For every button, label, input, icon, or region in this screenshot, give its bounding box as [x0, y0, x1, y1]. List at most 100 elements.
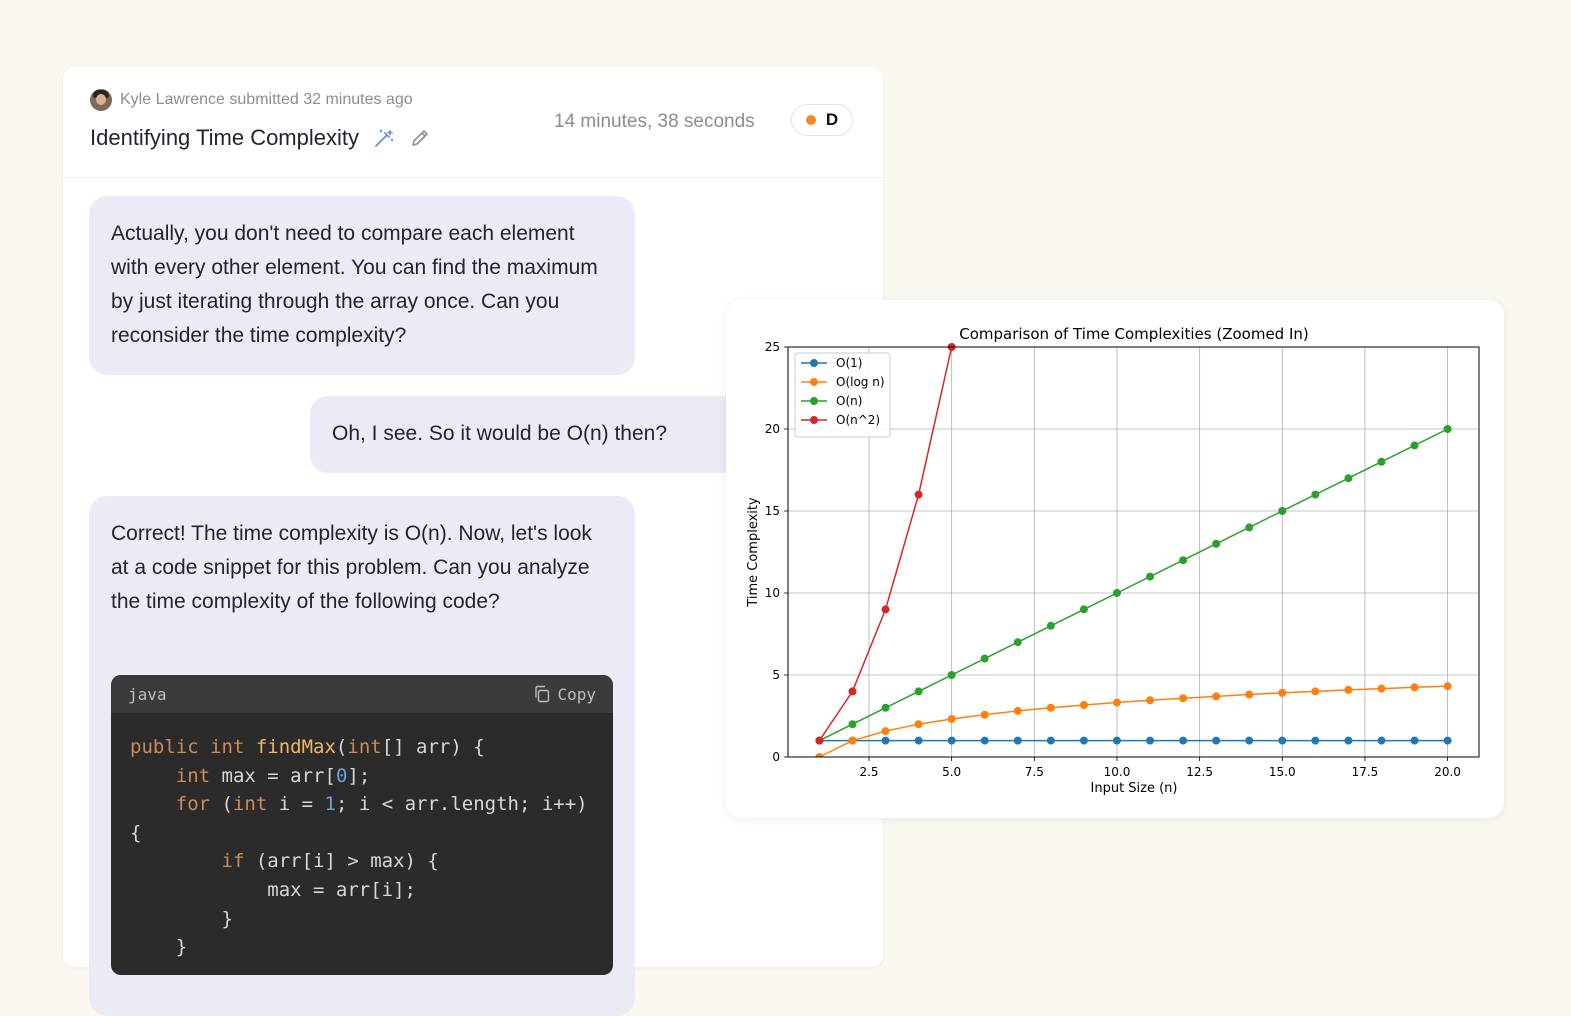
code-block: java Copy public int findMax(int[] arr) …: [111, 675, 613, 975]
code-line: {: [130, 821, 142, 844]
page-title: Identifying Time Complexity: [90, 125, 359, 150]
complexity-chart: Comparison of Time Complexities (Zoomed …: [746, 325, 1480, 796]
legend-label-o-n: O(n): [836, 394, 862, 408]
data-point-o-n-2: [815, 736, 824, 745]
code-line: if (arr[i] > max) {: [221, 850, 439, 873]
data-point-o-log-n: [881, 727, 890, 736]
data-point-o-1: [1112, 736, 1121, 745]
data-point-o-1: [1377, 736, 1386, 745]
data-point-o-n: [947, 671, 956, 679]
data-point-o-log-n: [1278, 688, 1287, 697]
y-axis-label: Time Complexity: [746, 497, 761, 608]
x-tick-label: 7.5: [1025, 765, 1044, 779]
x-tick-label: 20.0: [1434, 765, 1461, 779]
data-point-o-log-n: [1410, 683, 1419, 692]
grade-badge[interactable]: D: [791, 104, 853, 136]
data-point-o-log-n: [1344, 685, 1353, 694]
series-line-o-n-2: [818, 343, 954, 742]
x-tick-label: 15.0: [1269, 765, 1296, 779]
y-tick-label: 25: [765, 340, 780, 354]
data-point-o-log-n: [1443, 682, 1452, 691]
code-line: }: [130, 907, 233, 930]
data-point-o-1: [1443, 736, 1452, 745]
code-line: }: [130, 936, 188, 959]
data-point-o-n: [1146, 572, 1155, 581]
data-point-o-n: [914, 687, 923, 696]
data-point-o-log-n: [1046, 703, 1055, 712]
code-line: for (int i = 1; i < arr.length; i++): [175, 793, 588, 816]
data-point-o-1: [1245, 736, 1254, 745]
code-language: java: [128, 684, 167, 704]
code-line: max = arr[i];: [130, 878, 416, 901]
legend-marker-o-1: [810, 359, 818, 367]
code-content: public int findMax(int[] arr) { int max …: [111, 713, 613, 975]
assistant-message: Actually, you don't need to compare each…: [89, 196, 635, 375]
data-point-o-1: [1410, 736, 1419, 745]
grade-status-dot: [805, 115, 816, 125]
x-tick-label: 2.5: [859, 765, 878, 779]
data-point-o-1: [1146, 736, 1155, 745]
data-point-o-log-n: [980, 710, 989, 719]
legend-label-o-n-2: O(n^2): [836, 413, 880, 427]
data-point-o-n: [1245, 523, 1254, 532]
copy-label: Copy: [557, 684, 596, 704]
data-point-o-n: [1278, 507, 1287, 515]
avatar[interactable]: [90, 89, 112, 111]
data-point-o-n: [1079, 605, 1088, 614]
chart-series: [815, 343, 1452, 757]
x-tick-label: 12.5: [1186, 765, 1213, 779]
data-point-o-n: [1046, 621, 1055, 630]
data-point-o-n-2: [914, 490, 923, 499]
series-line-o-log-n: [819, 685, 1448, 757]
data-point-o-log-n: [1112, 698, 1121, 707]
data-point-o-n: [848, 720, 857, 729]
data-point-o-log-n: [947, 714, 956, 723]
data-point-o-1: [881, 736, 890, 745]
data-point-o-1: [1344, 736, 1353, 745]
data-point-o-1: [1212, 736, 1221, 745]
magic-wand-icon[interactable]: [373, 127, 395, 149]
copy-icon: [535, 685, 550, 703]
legend-marker-o-n: [810, 397, 818, 405]
data-point-o-log-n: [1013, 706, 1022, 715]
x-tick-label: 5.0: [942, 765, 961, 779]
legend-marker-o-log-n: [810, 378, 818, 386]
copy-button[interactable]: Copy: [533, 685, 596, 704]
y-tick-label: 0: [772, 750, 780, 764]
data-point-o-log-n: [1311, 687, 1320, 696]
pencil-icon[interactable]: [409, 127, 431, 149]
code-block-header: java Copy: [111, 675, 613, 713]
data-point-o-1: [1311, 736, 1320, 745]
data-point-o-n: [1311, 490, 1320, 499]
submitter-info: Kyle Lawrence submitted 32 minutes ago: [90, 89, 413, 111]
y-tick-label: 10: [765, 586, 780, 600]
data-point-o-n: [1013, 638, 1022, 647]
y-tick-label: 5: [772, 668, 780, 682]
data-point-o-n: [1179, 556, 1188, 565]
user-message: Oh, I see. So it would be O(n) then?: [310, 396, 770, 473]
data-point-o-log-n: [1079, 701, 1088, 710]
data-point-o-1: [1278, 736, 1287, 745]
data-point-o-n: [1112, 589, 1121, 597]
data-point-o-1: [947, 736, 956, 745]
data-point-o-n: [1410, 441, 1419, 450]
data-point-o-log-n: [1377, 684, 1386, 693]
chart-title: Comparison of Time Complexities (Zoomed …: [959, 325, 1309, 343]
conversation-header: Kyle Lawrence submitted 32 minutes ago I…: [63, 67, 883, 178]
title-row: Identifying Time Complexity: [90, 125, 431, 151]
data-point-o-log-n: [1179, 694, 1188, 703]
data-point-o-log-n: [848, 736, 857, 745]
x-tick-label: 10.0: [1104, 765, 1131, 779]
series-line-o-n: [819, 428, 1448, 742]
chart-card: Comparison of Time Complexities (Zoomed …: [726, 300, 1504, 818]
y-tick-label: 20: [765, 422, 780, 436]
session-duration: 14 minutes, 38 seconds: [554, 111, 755, 132]
data-point-o-1: [980, 736, 989, 745]
data-point-o-n-2: [848, 687, 857, 696]
grade-label: D: [825, 110, 839, 129]
y-tick-label: 15: [765, 504, 780, 518]
x-tick-label: 17.5: [1352, 765, 1379, 779]
legend-label-o-1: O(1): [836, 356, 862, 370]
plot-frame: [787, 346, 1480, 758]
legend-label-o-log-n: O(log n): [836, 375, 885, 389]
